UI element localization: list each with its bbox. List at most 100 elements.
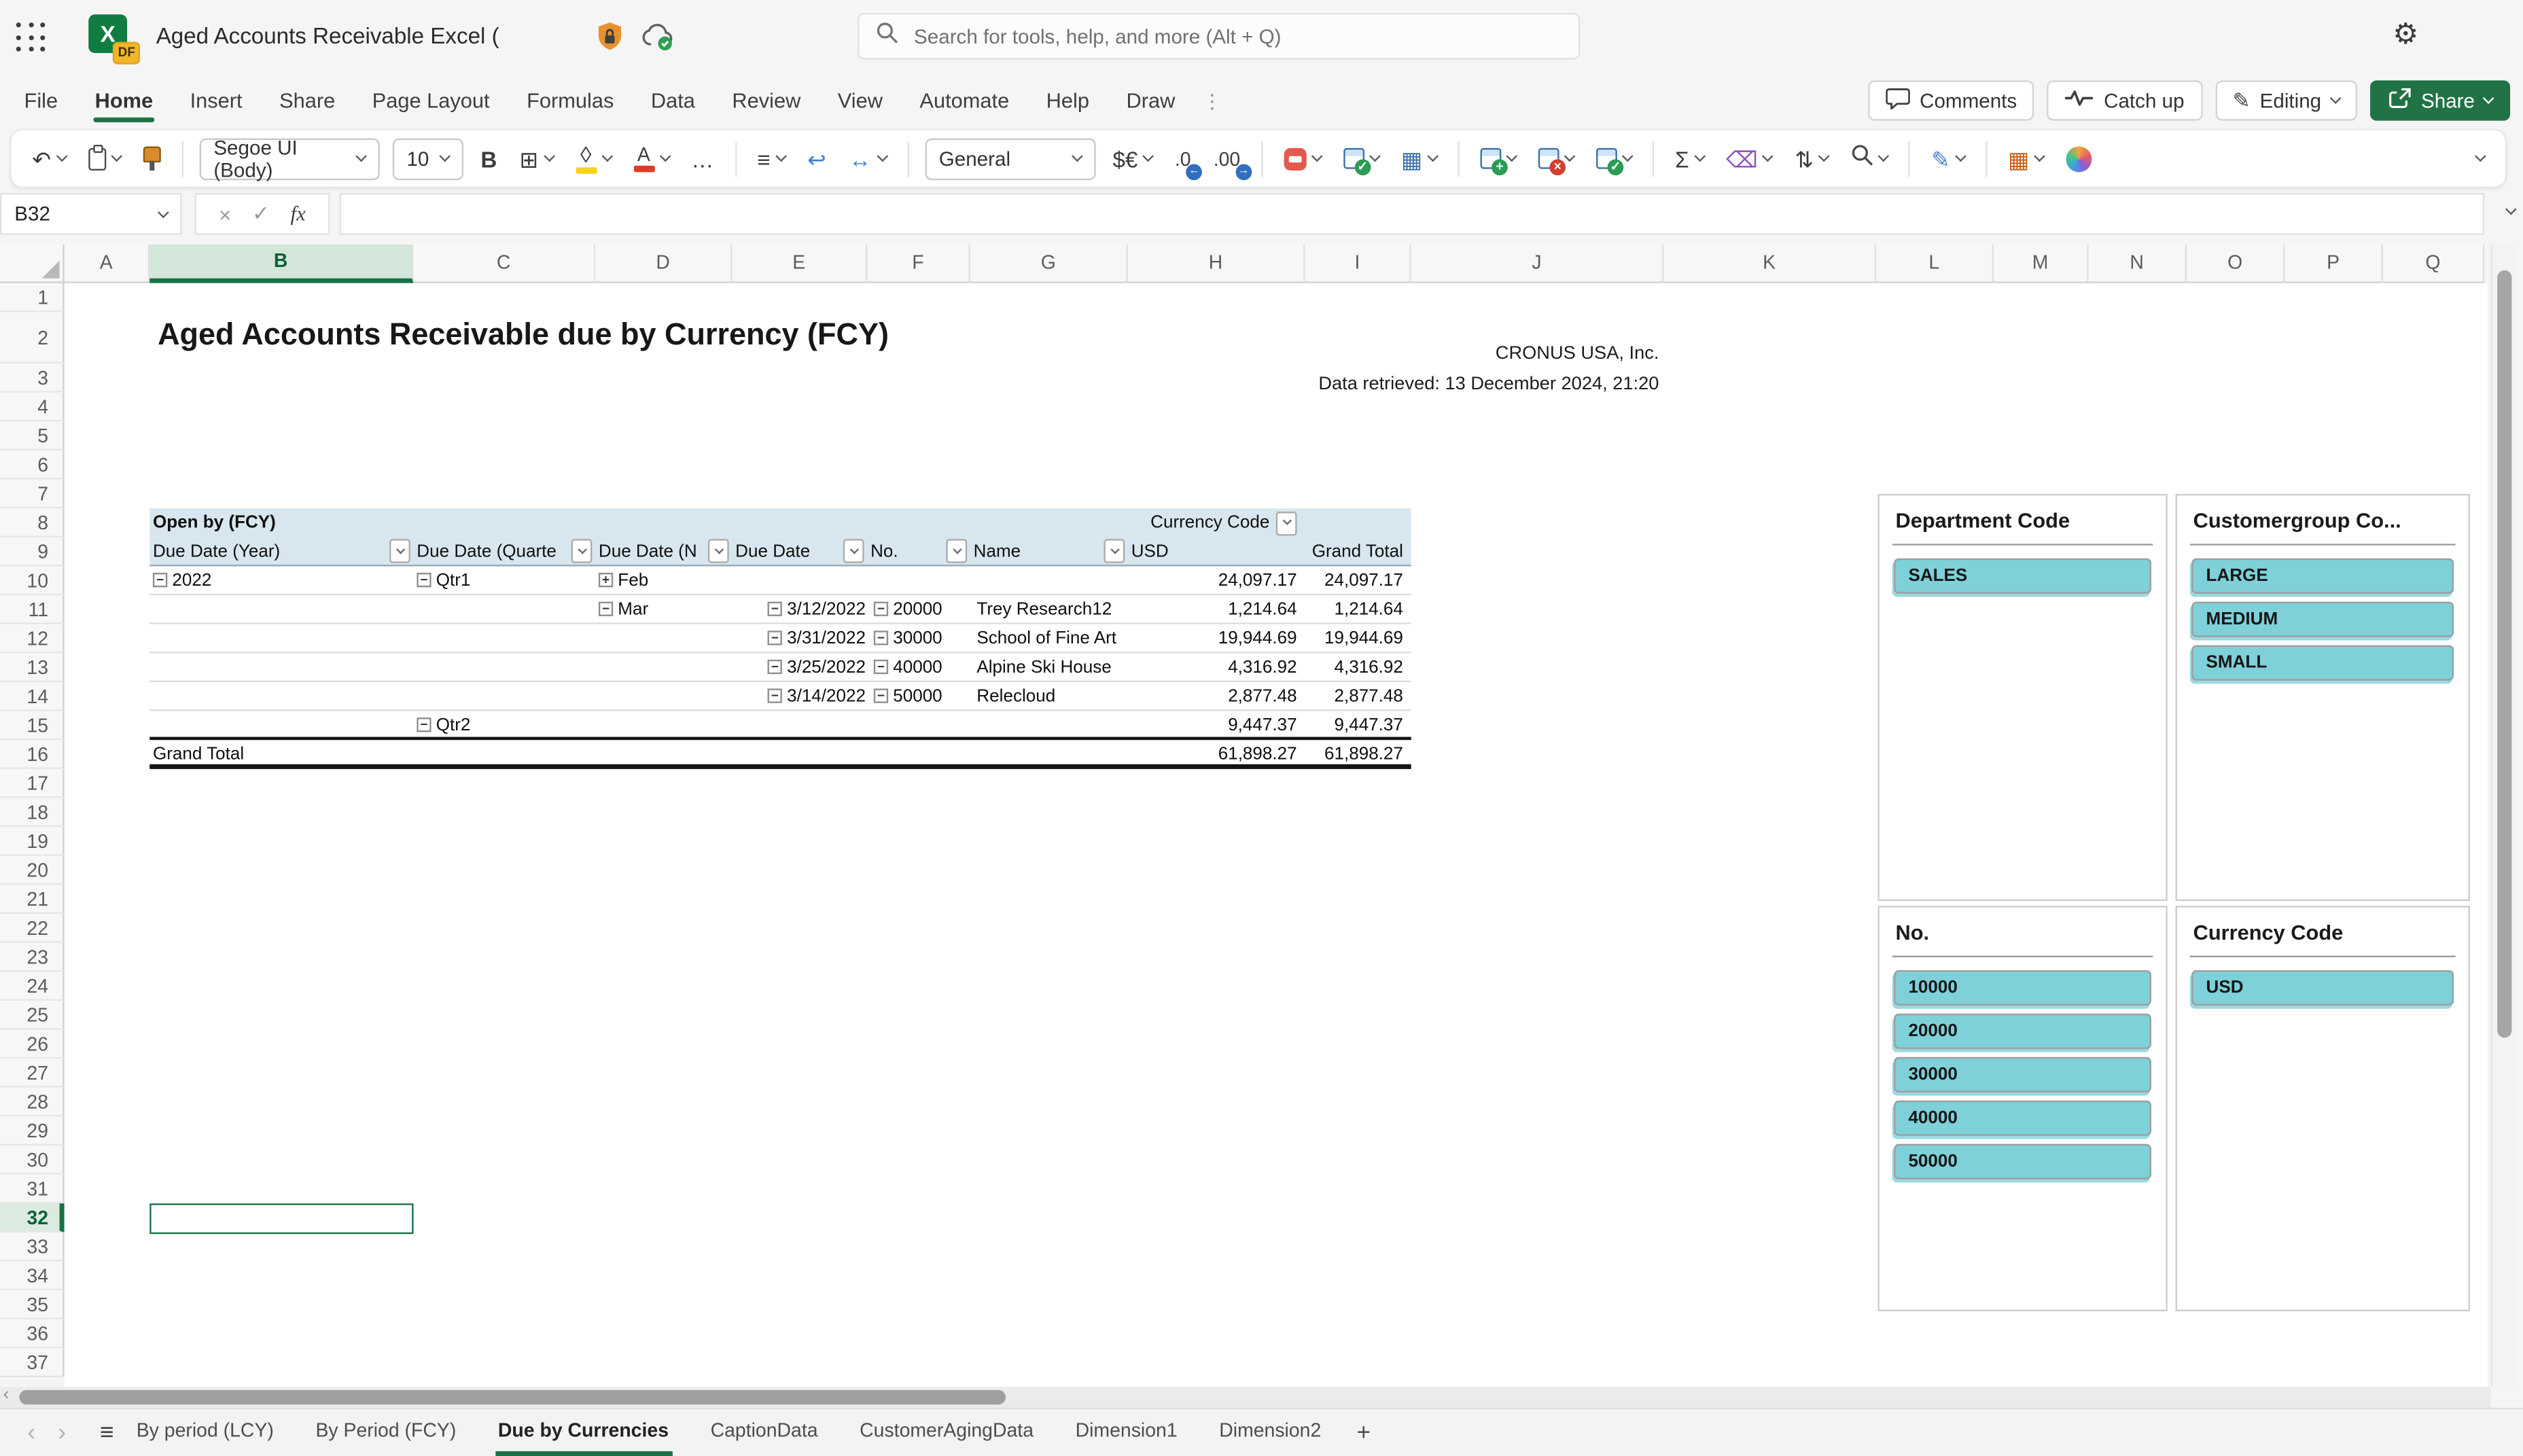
column-header-G[interactable]: G — [970, 244, 1128, 283]
name-box[interactable]: B32 — [0, 193, 182, 235]
column-header-K[interactable]: K — [1663, 244, 1877, 283]
document-title[interactable]: Aged Accounts Receivable Excel ( — [156, 22, 499, 48]
row-header-32[interactable]: 32 — [0, 1203, 65, 1232]
settings-gear-icon[interactable]: ⚙ — [2393, 18, 2418, 52]
autosum-dropdown[interactable]: Σ — [1670, 136, 1708, 181]
increase-decimal-button[interactable]: .00 → — [1209, 136, 1252, 181]
row-header-8[interactable]: 8 — [0, 508, 65, 537]
ribbon-tab-page-layout[interactable]: Page Layout — [370, 74, 491, 127]
row-header-7[interactable]: 7 — [0, 479, 65, 509]
collapse-minus-button[interactable]: − — [152, 573, 168, 588]
currency-format-dropdown[interactable]: $€ — [1108, 136, 1157, 181]
insert-cells-dropdown[interactable]: + — [1475, 136, 1520, 181]
slicer-item-usd[interactable]: USD — [2191, 970, 2454, 1006]
slicer-item-50000[interactable]: 50000 — [1894, 1143, 2152, 1179]
collapse-minus-button[interactable]: − — [767, 631, 782, 645]
sheet-tab-customeragingdata[interactable]: CustomerAgingData — [856, 1409, 1036, 1456]
pivot-field-dropdown-no[interactable] — [946, 539, 968, 563]
sheet-tab-due-by-currencies[interactable]: Due by Currencies — [495, 1409, 672, 1456]
row-header-35[interactable]: 35 — [0, 1290, 65, 1319]
vertical-scrollbar-thumb[interactable] — [2497, 270, 2512, 1038]
pivot-cell[interactable]: Relecloud — [970, 682, 1128, 709]
row-header-10[interactable]: 10 — [0, 566, 65, 596]
pivot-cell[interactable]: −3/25/2022 — [732, 653, 867, 680]
slicer-item-40000[interactable]: 40000 — [1894, 1100, 2152, 1136]
collapse-minus-button[interactable]: − — [417, 573, 431, 588]
row-header-28[interactable]: 28 — [0, 1087, 65, 1117]
row-header-14[interactable]: 14 — [0, 682, 65, 711]
row-header-12[interactable]: 12 — [0, 624, 65, 654]
number-format-dropdown[interactable]: General — [924, 137, 1095, 180]
search-bar[interactable] — [858, 12, 1581, 60]
ribbon-display-options-button[interactable] — [2471, 136, 2489, 181]
find-dropdown[interactable] — [1846, 136, 1893, 181]
pivot-cell[interactable]: −30000 — [867, 624, 970, 652]
ribbon-tab-share[interactable]: Share — [278, 74, 337, 127]
row-header-23[interactable]: 23 — [0, 942, 65, 972]
currency-code-filter-dropdown[interactable] — [1275, 510, 1297, 535]
ribbon-tab-automate[interactable]: Automate — [918, 74, 1011, 127]
slicer-item-10000[interactable]: 10000 — [1894, 970, 2152, 1006]
sheet-tab-captiondata[interactable]: CaptionData — [707, 1409, 821, 1456]
row-header-1[interactable]: 1 — [0, 283, 65, 313]
pivot-cell[interactable]: Alpine Ski House — [970, 653, 1128, 680]
column-header-M[interactable]: M — [1993, 244, 2089, 283]
all-sheets-menu-icon[interactable]: ≡ — [77, 1419, 133, 1446]
slicer-item-medium[interactable]: MEDIUM — [2191, 601, 2454, 637]
merge-center-dropdown[interactable]: ↔ — [844, 136, 891, 181]
pivot-field-dropdown-name[interactable] — [1104, 539, 1125, 563]
collapse-minus-button[interactable]: − — [767, 601, 782, 616]
previous-sheet-icon[interactable]: ‹ — [16, 1419, 47, 1446]
slicer-item-large[interactable]: LARGE — [2191, 558, 2454, 594]
sheet-tab-by-period-lcy[interactable]: By period (LCY) — [133, 1409, 277, 1456]
pivot-cell[interactable]: 2,877.48 — [1128, 682, 1305, 709]
selected-cell-B32[interactable] — [149, 1203, 414, 1235]
pivot-cell[interactable]: School of Fine Art — [970, 624, 1128, 652]
row-header-3[interactable]: 3 — [0, 363, 65, 393]
pivot-cell[interactable]: −3/31/2022 — [732, 624, 867, 652]
expand-formula-bar-icon[interactable] — [2505, 203, 2517, 215]
row-header-29[interactable]: 29 — [0, 1116, 65, 1146]
collapse-minus-button[interactable]: − — [598, 601, 614, 616]
pivot-cell[interactable]: 2,877.48 — [1305, 682, 1411, 709]
share-button[interactable]: Share — [2369, 80, 2511, 121]
sheet-tab-by-period-fcy[interactable]: By Period (FCY) — [313, 1409, 459, 1456]
show-gridlines-dropdown[interactable]: ▦ — [2003, 136, 2049, 181]
decrease-decimal-button[interactable]: .0 ← — [1170, 136, 1203, 181]
row-header-26[interactable]: 26 — [0, 1029, 65, 1059]
column-header-C[interactable]: C — [413, 244, 596, 283]
delete-cells-dropdown[interactable]: × — [1534, 136, 1578, 181]
column-header-D[interactable]: D — [595, 244, 733, 283]
collapse-minus-button[interactable]: − — [767, 659, 782, 675]
format-painter-button[interactable] — [138, 136, 165, 181]
row-header-34[interactable]: 34 — [0, 1261, 65, 1291]
row-header-19[interactable]: 19 — [0, 827, 65, 856]
ribbon-tab-draw[interactable]: Draw — [1125, 74, 1177, 127]
ribbon-tab-data[interactable]: Data — [649, 74, 696, 127]
copilot-button[interactable] — [2062, 136, 2097, 181]
collapse-minus-button[interactable]: − — [873, 659, 889, 675]
pivot-cell[interactable]: 19,944.69 — [1305, 624, 1411, 652]
pivot-field-dropdown-due-date-quarte[interactable] — [571, 539, 593, 563]
pivot-field-dropdown-due-date-year[interactable] — [389, 539, 410, 563]
borders-dropdown[interactable]: ⊞ — [514, 136, 557, 181]
formula-input[interactable] — [339, 193, 2485, 235]
clear-dropdown[interactable]: ⌫ — [1721, 136, 1777, 181]
ribbon-tab-review[interactable]: Review — [730, 74, 802, 127]
horizontal-scrollbar-thumb[interactable] — [19, 1389, 1006, 1405]
slicer-item-20000[interactable]: 20000 — [1894, 1013, 2152, 1049]
row-header-5[interactable]: 5 — [0, 421, 65, 451]
pivot-cell[interactable]: 24,097.17 — [1128, 567, 1305, 594]
format-as-table-dropdown[interactable]: ✓ — [1339, 136, 1383, 181]
pivot-cell[interactable]: − Qtr1 — [414, 567, 596, 594]
column-header-E[interactable]: E — [732, 244, 868, 283]
row-header-11[interactable]: 11 — [0, 595, 65, 624]
ribbon-tab-home[interactable]: Home — [93, 74, 155, 127]
pivot-cell[interactable]: 24,097.17 — [1305, 567, 1411, 594]
row-header-2[interactable]: 2 — [0, 312, 65, 364]
pivot-cell[interactable]: −3/14/2022 — [732, 682, 867, 709]
pivot-cell[interactable]: −3/12/2022 — [732, 595, 867, 622]
pivot-cell[interactable]: −40000 — [867, 653, 970, 680]
sort-filter-dropdown[interactable]: ⇅ — [1790, 136, 1833, 181]
row-header-15[interactable]: 15 — [0, 711, 65, 741]
